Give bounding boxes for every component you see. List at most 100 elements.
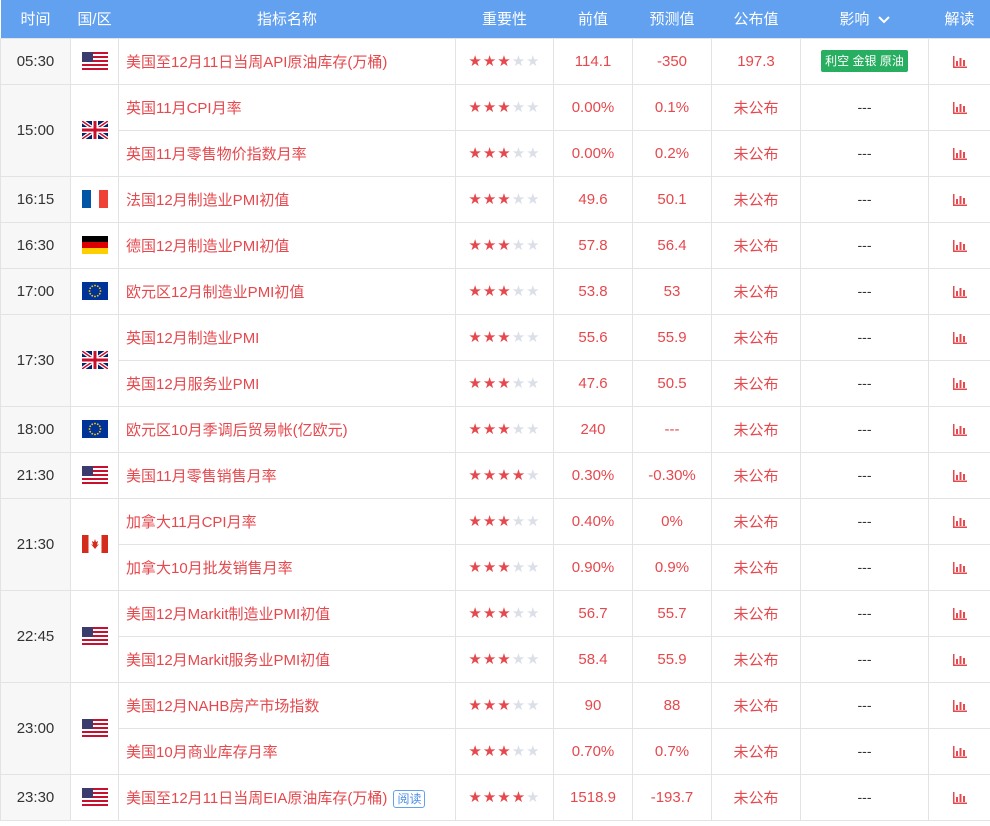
star-rating: ★★★★★ (468, 329, 540, 346)
table-row[interactable]: 18:00 欧元区10月季调后贸易帐(亿欧元) ★★★★★ 240 --- 未公布 --- (0, 405, 990, 453)
star-filled-icon: ★ (482, 329, 498, 346)
table-row[interactable]: 16:30 德国12月制造业PMI初值 ★★★★★ 57.8 56.4 未公布 --- (0, 221, 990, 269)
star-empty-icon: ★ (511, 53, 527, 70)
table-row[interactable]: 15:00 英国11月CPI月率 ★★★★★ 0.00% 0.1% 未公布 --- (0, 83, 990, 177)
indicator-name[interactable]: 欧元区10月季调后贸易帐(亿欧元) (126, 422, 348, 439)
chart-icon[interactable] (952, 513, 967, 530)
read-tag[interactable]: 阅读 (393, 789, 426, 808)
table-row[interactable]: 21:30 加拿大11月CPI月率 ★★★★★ 0.40% 0% 未公布 --- (0, 497, 990, 591)
indicator-name[interactable]: 法国12月制造业PMI初值 (126, 192, 289, 209)
chart-icon[interactable] (952, 651, 967, 668)
chart-icon[interactable] (952, 697, 967, 714)
interpret-cell[interactable] (928, 451, 990, 499)
table-row[interactable]: 17:30 英国12月制造业PMI ★★★★★ 55.6 55.9 未公布 --- (0, 313, 990, 407)
interpret-cell[interactable] (928, 497, 990, 545)
indicator-name-cell[interactable]: 法国12月制造业PMI初值 (118, 175, 456, 223)
table-row[interactable]: 05:30 美国至12月11日当周API原油库存(万桶) ★★★★★ 114.1 -35… (0, 37, 990, 85)
indicator-name-cell[interactable]: 美国12月Markit制造业PMI初值 (118, 589, 456, 637)
indicator-name[interactable]: 欧元区12月制造业PMI初值 (126, 284, 304, 301)
chart-icon[interactable] (952, 743, 967, 760)
indicator-name-cell[interactable]: 美国12月NAHB房产市场指数 (118, 681, 456, 729)
interpret-cell[interactable] (928, 37, 990, 85)
indicator-name[interactable]: 美国12月Markit制造业PMI初值 (126, 606, 330, 623)
interpret-cell[interactable] (928, 175, 990, 223)
indicator-name[interactable]: 加拿大11月CPI月率 (126, 514, 257, 531)
interpret-cell[interactable] (928, 83, 990, 131)
country-flag-cell (70, 405, 119, 453)
indicator-name-cell[interactable]: 美国至12月11日当周EIA原油库存(万桶) 阅读 (118, 773, 456, 821)
chart-icon[interactable] (952, 145, 967, 162)
interpret-cell[interactable] (928, 359, 990, 407)
chart-icon[interactable] (952, 375, 967, 392)
table-row[interactable]: 21:30 美国11月零售销售月率 ★★★★★ 0.30% -0.30% 未公布 --- (0, 451, 990, 499)
indicator-name-cell[interactable]: 英国11月CPI月率 (118, 83, 456, 131)
table-row[interactable]: 22:45 美国12月Markit制造业PMI初值 ★★★★★ 56.7 55.7 未公布… (0, 589, 990, 683)
interpret-cell[interactable] (928, 405, 990, 453)
indicator-name-cell[interactable]: 英国12月制造业PMI (118, 313, 456, 361)
chart-icon[interactable] (952, 559, 967, 576)
chart-icon[interactable] (952, 53, 967, 70)
chart-icon[interactable] (952, 421, 967, 438)
table-row[interactable]: 17:00 欧元区12月制造业PMI初值 ★★★★★ 53.8 53 未公布 --- (0, 267, 990, 315)
indicator-name-cell[interactable]: 美国至12月11日当周API原油库存(万桶) (118, 37, 456, 85)
indicator-name[interactable]: 美国11月零售销售月率 (126, 468, 277, 485)
indicator-name[interactable]: 德国12月制造业PMI初值 (126, 238, 289, 255)
chart-icon[interactable] (952, 99, 967, 116)
header-impact-dropdown[interactable]: 影响 (800, 0, 929, 38)
table-row[interactable]: 美国12月Markit服务业PMI初值 ★★★★★ 58.4 55.9 未公布 --- (1, 635, 990, 683)
interpret-cell[interactable] (928, 221, 990, 269)
chart-icon[interactable] (952, 467, 967, 484)
table-row[interactable]: 英国12月服务业PMI ★★★★★ 47.6 50.5 未公布 --- (1, 359, 990, 407)
chart-icon[interactable] (952, 283, 967, 300)
indicator-name[interactable]: 美国10月商业库存月率 (126, 744, 278, 761)
interpret-cell[interactable] (928, 589, 990, 637)
table-row[interactable]: 23:30 美国至12月11日当周EIA原油库存(万桶) 阅读 ★★★★★ 1518.9… (0, 773, 990, 821)
interpret-cell[interactable] (928, 727, 990, 775)
interpret-cell[interactable] (928, 267, 990, 315)
indicator-name[interactable]: 英国12月服务业PMI (126, 376, 259, 393)
indicator-name-cell[interactable]: 美国12月Markit服务业PMI初值 (118, 635, 456, 683)
table-row[interactable]: 23:00 美国12月NAHB房产市场指数 ★★★★★ 90 88 未公布 --- (0, 681, 990, 775)
indicator-name-cell[interactable]: 德国12月制造业PMI初值 (118, 221, 456, 269)
star-filled-icon: ★ (497, 559, 512, 576)
indicator-name-cell[interactable]: 英国11月零售物价指数月率 (118, 129, 456, 177)
indicator-name[interactable]: 美国至12月11日当周API原油库存(万桶) (126, 54, 387, 71)
indicator-name[interactable]: 美国至12月11日当周EIA原油库存(万桶) (126, 790, 387, 807)
indicator-name-cell[interactable]: 美国11月零售销售月率 (118, 451, 456, 499)
interpret-cell[interactable] (928, 129, 990, 177)
star-filled-icon: ★ (482, 513, 498, 530)
table-row[interactable]: 16:15 法国12月制造业PMI初值 ★★★★★ 49.6 50.1 未公布 --- (0, 175, 990, 223)
indicator-name[interactable]: 英国11月零售物价指数月率 (126, 146, 307, 163)
importance-cell: ★★★★★ (455, 773, 554, 821)
table-row[interactable]: 加拿大10月批发销售月率 ★★★★★ 0.90% 0.9% 未公布 --- (1, 543, 990, 591)
chart-icon[interactable] (952, 605, 967, 622)
chevron-down-icon (877, 16, 890, 24)
indicator-name-cell[interactable]: 美国10月商业库存月率 (118, 727, 456, 775)
interpret-cell[interactable] (928, 681, 990, 729)
chart-icon[interactable] (952, 191, 967, 208)
interpret-cell[interactable] (928, 543, 990, 591)
indicator-name-cell[interactable]: 欧元区12月制造业PMI初值 (118, 267, 456, 315)
interpret-cell[interactable] (928, 313, 990, 361)
table-row[interactable]: 美国10月商业库存月率 ★★★★★ 0.70% 0.7% 未公布 --- (1, 727, 990, 775)
table-row[interactable]: 英国11月零售物价指数月率 ★★★★★ 0.00% 0.2% 未公布 --- (1, 129, 990, 177)
star-empty-icon: ★ (526, 53, 541, 70)
indicator-name-cell[interactable]: 欧元区10月季调后贸易帐(亿欧元) (118, 405, 456, 453)
indicator-name[interactable]: 美国12月Markit服务业PMI初值 (126, 652, 330, 669)
chart-icon[interactable] (952, 329, 967, 346)
indicator-name[interactable]: 加拿大10月批发销售月率 (126, 560, 293, 577)
indicator-name-cell[interactable]: 加拿大11月CPI月率 (118, 497, 456, 545)
indicator-name[interactable]: 英国11月CPI月率 (126, 100, 242, 117)
forecast-value: 0.9% (632, 543, 712, 591)
indicator-name[interactable]: 英国12月制造业PMI (126, 330, 259, 347)
interpret-cell[interactable] (928, 773, 990, 821)
chart-icon[interactable] (952, 789, 967, 806)
indicator-name[interactable]: 美国12月NAHB房产市场指数 (126, 698, 319, 715)
header-prev: 前值 (553, 0, 633, 38)
indicator-name-cell[interactable]: 英国12月服务业PMI (118, 359, 456, 407)
chart-icon[interactable] (952, 237, 967, 254)
header-actual: 公布值 (711, 0, 801, 38)
interpret-cell[interactable] (928, 635, 990, 683)
importance-cell: ★★★★★ (455, 359, 554, 407)
indicator-name-cell[interactable]: 加拿大10月批发销售月率 (118, 543, 456, 591)
